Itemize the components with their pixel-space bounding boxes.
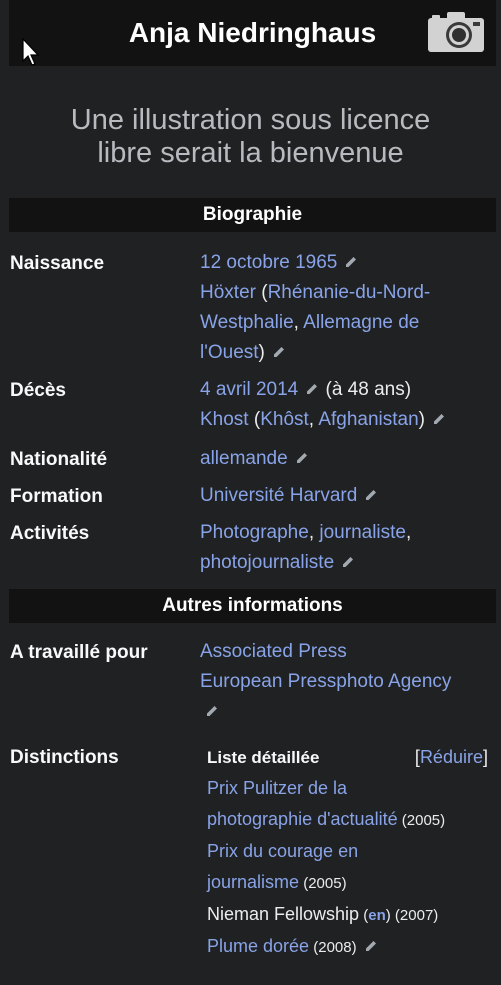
bracket: ] <box>482 747 488 767</box>
paren: ) <box>418 409 425 430</box>
award-year: (2007) <box>390 907 439 924</box>
paren: ( <box>359 907 369 924</box>
formation-link[interactable]: Université Harvard <box>200 485 357 506</box>
travaille-label: A travaillé pour <box>10 642 148 663</box>
comma: , <box>406 522 412 543</box>
deces-age: (à 48 ans) <box>320 379 412 400</box>
deces-date-link[interactable]: 4 avril 2014 <box>200 379 298 400</box>
pencil-icon[interactable] <box>294 450 310 466</box>
section-header-autres-informations: Autres informations <box>9 589 496 623</box>
award-link-2a[interactable]: Prix du courage en <box>207 841 358 861</box>
comma: , <box>308 522 320 543</box>
award-year: (2005) <box>397 812 446 829</box>
naissance-value: 12 octobre 1965 Höxter (Rhénanie-du-Nord… <box>200 248 492 368</box>
paren: ) <box>258 342 265 363</box>
pencil-icon[interactable] <box>304 381 320 397</box>
naissance-country-link-1[interactable]: Allemagne de <box>303 312 419 333</box>
distinctions-label: Distinctions <box>10 747 119 768</box>
deces-region-link[interactable]: Khôst <box>260 409 309 430</box>
pencil-icon[interactable] <box>431 411 447 427</box>
award-link-1a[interactable]: Prix Pulitzer de la <box>207 778 347 798</box>
collapse-toggle: [Réduire] <box>415 742 488 773</box>
distinctions-list: Liste détaillée [Réduire] Prix Pulitzer … <box>207 742 492 963</box>
interlanguage-en-link[interactable]: en <box>368 907 386 924</box>
award-text-3: Nieman Fellowship <box>207 904 360 924</box>
activite-link-3[interactable]: photojournaliste <box>200 552 334 573</box>
formation-value: Université Harvard <box>200 481 492 511</box>
award-year: (2005) <box>299 875 347 892</box>
infobox: Anja Niedringhaus Une illustration sous … <box>0 0 501 985</box>
award-link-4[interactable]: Plume dorée <box>207 936 309 956</box>
formation-label: Formation <box>10 486 103 507</box>
pencil-icon[interactable] <box>340 554 356 570</box>
reduire-link[interactable]: Réduire <box>420 747 483 767</box>
naissance-region-link-1[interactable]: Rhénanie-du-Nord- <box>268 282 431 303</box>
naissance-date-link[interactable]: 12 octobre 1965 <box>200 252 337 273</box>
activites-label: Activités <box>10 523 90 544</box>
infobox-title-bar: Anja Niedringhaus <box>9 0 496 66</box>
deces-place-link[interactable]: Khost <box>200 409 249 430</box>
mouse-cursor-icon <box>22 38 40 66</box>
paren: ( <box>255 282 268 303</box>
placeholder-line-1: Une illustration sous licence <box>70 104 431 136</box>
comma: , <box>293 312 304 333</box>
naissance-country-link-2[interactable]: l'Ouest <box>200 342 259 363</box>
pencil-icon[interactable] <box>343 254 359 270</box>
employer-link-1[interactable]: Associated Press <box>200 641 347 662</box>
naissance-region-link-2[interactable]: Westphalie <box>200 312 294 333</box>
deces-label: Décès <box>10 380 66 401</box>
activite-link-1[interactable]: Photographe <box>200 522 309 543</box>
nationalite-link[interactable]: allemande <box>200 448 288 469</box>
naissance-label: Naissance <box>10 253 105 274</box>
pencil-icon[interactable] <box>204 703 220 719</box>
award-year: (2008) <box>309 939 357 956</box>
deces-country-link[interactable]: Afghanistan <box>318 409 418 430</box>
infobox-title: Anja Niedringhaus <box>128 17 377 48</box>
comma: , <box>308 409 319 430</box>
pencil-icon[interactable] <box>271 344 287 360</box>
camera-icon[interactable] <box>427 11 485 53</box>
paren: ( <box>248 409 261 430</box>
nationalite-value: allemande <box>200 444 492 474</box>
deces-value: 4 avril 2014 (à 48 ans) Khost (Khôst, Af… <box>200 375 492 435</box>
illustration-placeholder[interactable]: Une illustration sous licence libre sera… <box>0 104 501 170</box>
award-link-1b[interactable]: photographie d'actualité <box>207 809 398 829</box>
pencil-icon[interactable] <box>363 938 379 954</box>
activite-link-2[interactable]: journaliste <box>319 522 406 543</box>
travaille-value: Associated Press European Pressphoto Age… <box>200 637 492 727</box>
pencil-icon[interactable] <box>363 487 379 503</box>
employer-link-2[interactable]: European Pressphoto Agency <box>200 671 451 692</box>
activites-value: Photographe, journaliste, photojournalis… <box>200 518 492 578</box>
section-header-biographie: Biographie <box>9 198 496 232</box>
placeholder-line-2: libre serait la bienvenue <box>97 137 404 169</box>
award-link-2b[interactable]: journalisme <box>207 872 299 892</box>
naissance-place-link[interactable]: Höxter <box>200 282 256 303</box>
list-title: Liste détaillée <box>207 748 320 767</box>
nationalite-label: Nationalité <box>10 449 108 470</box>
